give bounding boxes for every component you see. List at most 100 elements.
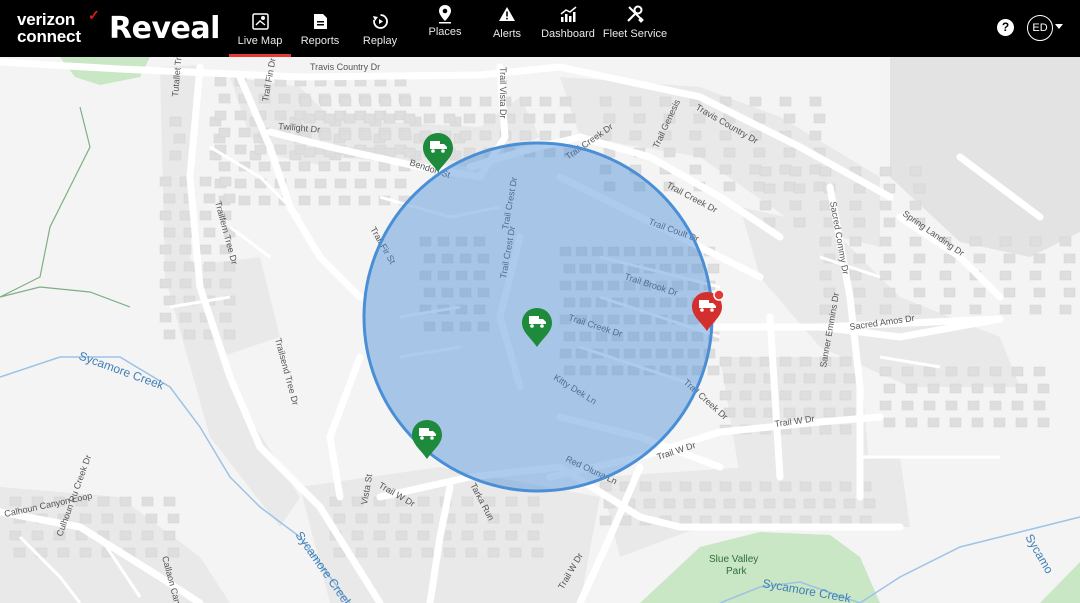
house bbox=[789, 200, 802, 211]
house bbox=[883, 383, 896, 394]
house bbox=[214, 110, 227, 121]
house bbox=[901, 400, 914, 411]
nav-reports[interactable]: Reports bbox=[296, 0, 344, 57]
house bbox=[1011, 366, 1024, 377]
house bbox=[739, 481, 752, 492]
house bbox=[163, 329, 176, 340]
house bbox=[421, 547, 434, 558]
chart-icon bbox=[558, 4, 578, 24]
house bbox=[689, 164, 702, 175]
brand-line-1: verizon bbox=[17, 10, 76, 29]
house bbox=[423, 113, 436, 124]
nav-fleet-service[interactable]: Fleet Service bbox=[603, 0, 667, 57]
house bbox=[527, 496, 540, 507]
house bbox=[879, 166, 892, 177]
house bbox=[359, 130, 372, 141]
house bbox=[383, 147, 396, 158]
chevron-down-icon[interactable] bbox=[1055, 24, 1063, 29]
house bbox=[809, 164, 822, 175]
house bbox=[923, 366, 936, 377]
house bbox=[1003, 253, 1016, 264]
house bbox=[199, 176, 212, 187]
house bbox=[399, 547, 412, 558]
house bbox=[299, 96, 312, 107]
house bbox=[853, 217, 866, 228]
house bbox=[509, 513, 522, 524]
nav-replay[interactable]: Replay bbox=[358, 0, 402, 57]
house bbox=[993, 417, 1006, 428]
house bbox=[145, 547, 158, 558]
house bbox=[203, 261, 216, 272]
house bbox=[465, 513, 478, 524]
house bbox=[479, 96, 492, 107]
house bbox=[483, 530, 496, 541]
house bbox=[783, 181, 796, 192]
map-icon bbox=[250, 11, 270, 31]
house bbox=[377, 513, 390, 524]
report-icon bbox=[310, 11, 330, 31]
nav-alerts[interactable]: Alerts bbox=[489, 0, 525, 57]
house bbox=[294, 178, 307, 189]
house bbox=[969, 304, 982, 315]
house bbox=[443, 547, 456, 558]
house bbox=[643, 498, 656, 509]
house bbox=[483, 113, 496, 124]
house bbox=[219, 278, 232, 289]
alert-badge bbox=[713, 289, 725, 301]
house bbox=[339, 130, 352, 141]
house bbox=[743, 498, 756, 509]
nav-label: Dashboard bbox=[541, 28, 595, 40]
house bbox=[461, 496, 474, 507]
house bbox=[355, 513, 368, 524]
map-canvas[interactable]: Travis Country Dr Trail Vista DrTrail Fin… bbox=[0, 57, 1080, 603]
house bbox=[1029, 270, 1042, 281]
house bbox=[183, 261, 196, 272]
house bbox=[809, 130, 822, 141]
house bbox=[1029, 236, 1042, 247]
house bbox=[101, 513, 114, 524]
house bbox=[967, 400, 980, 411]
house bbox=[819, 166, 832, 177]
house bbox=[159, 210, 172, 221]
house bbox=[343, 113, 356, 124]
house bbox=[823, 407, 836, 418]
nav-dashboard[interactable]: Dashboard bbox=[541, 0, 595, 57]
nav-live-map[interactable]: Live Map bbox=[229, 0, 291, 57]
house bbox=[883, 217, 896, 228]
verizon-connect-logo[interactable]: verizon connect ✓ bbox=[17, 7, 100, 45]
nav-label: Live Map bbox=[237, 35, 283, 47]
house bbox=[813, 113, 826, 124]
house bbox=[909, 236, 922, 247]
house bbox=[465, 547, 478, 558]
house bbox=[278, 93, 291, 104]
house bbox=[543, 113, 556, 124]
house bbox=[779, 356, 792, 367]
house bbox=[223, 193, 236, 204]
nav-places[interactable]: Places bbox=[424, 0, 466, 57]
house bbox=[743, 373, 756, 384]
house bbox=[723, 498, 736, 509]
house bbox=[459, 130, 472, 141]
house bbox=[323, 113, 336, 124]
house bbox=[759, 166, 772, 177]
house bbox=[1015, 417, 1028, 428]
house bbox=[823, 373, 836, 384]
house bbox=[303, 113, 316, 124]
house bbox=[723, 181, 736, 192]
house bbox=[905, 383, 918, 394]
house bbox=[949, 383, 962, 394]
house bbox=[683, 498, 696, 509]
live-map[interactable]: Travis Country Dr Trail Vista Dr Trail Fin… bbox=[0, 57, 1080, 603]
house bbox=[355, 547, 368, 558]
house bbox=[523, 113, 536, 124]
user-avatar[interactable]: ED bbox=[1027, 15, 1053, 41]
house bbox=[719, 390, 732, 401]
house bbox=[639, 481, 652, 492]
house bbox=[927, 383, 940, 394]
house bbox=[163, 261, 176, 272]
house bbox=[203, 227, 216, 238]
house bbox=[719, 164, 732, 175]
house bbox=[945, 366, 958, 377]
house bbox=[1059, 270, 1072, 281]
help-icon[interactable]: ? bbox=[997, 19, 1014, 36]
